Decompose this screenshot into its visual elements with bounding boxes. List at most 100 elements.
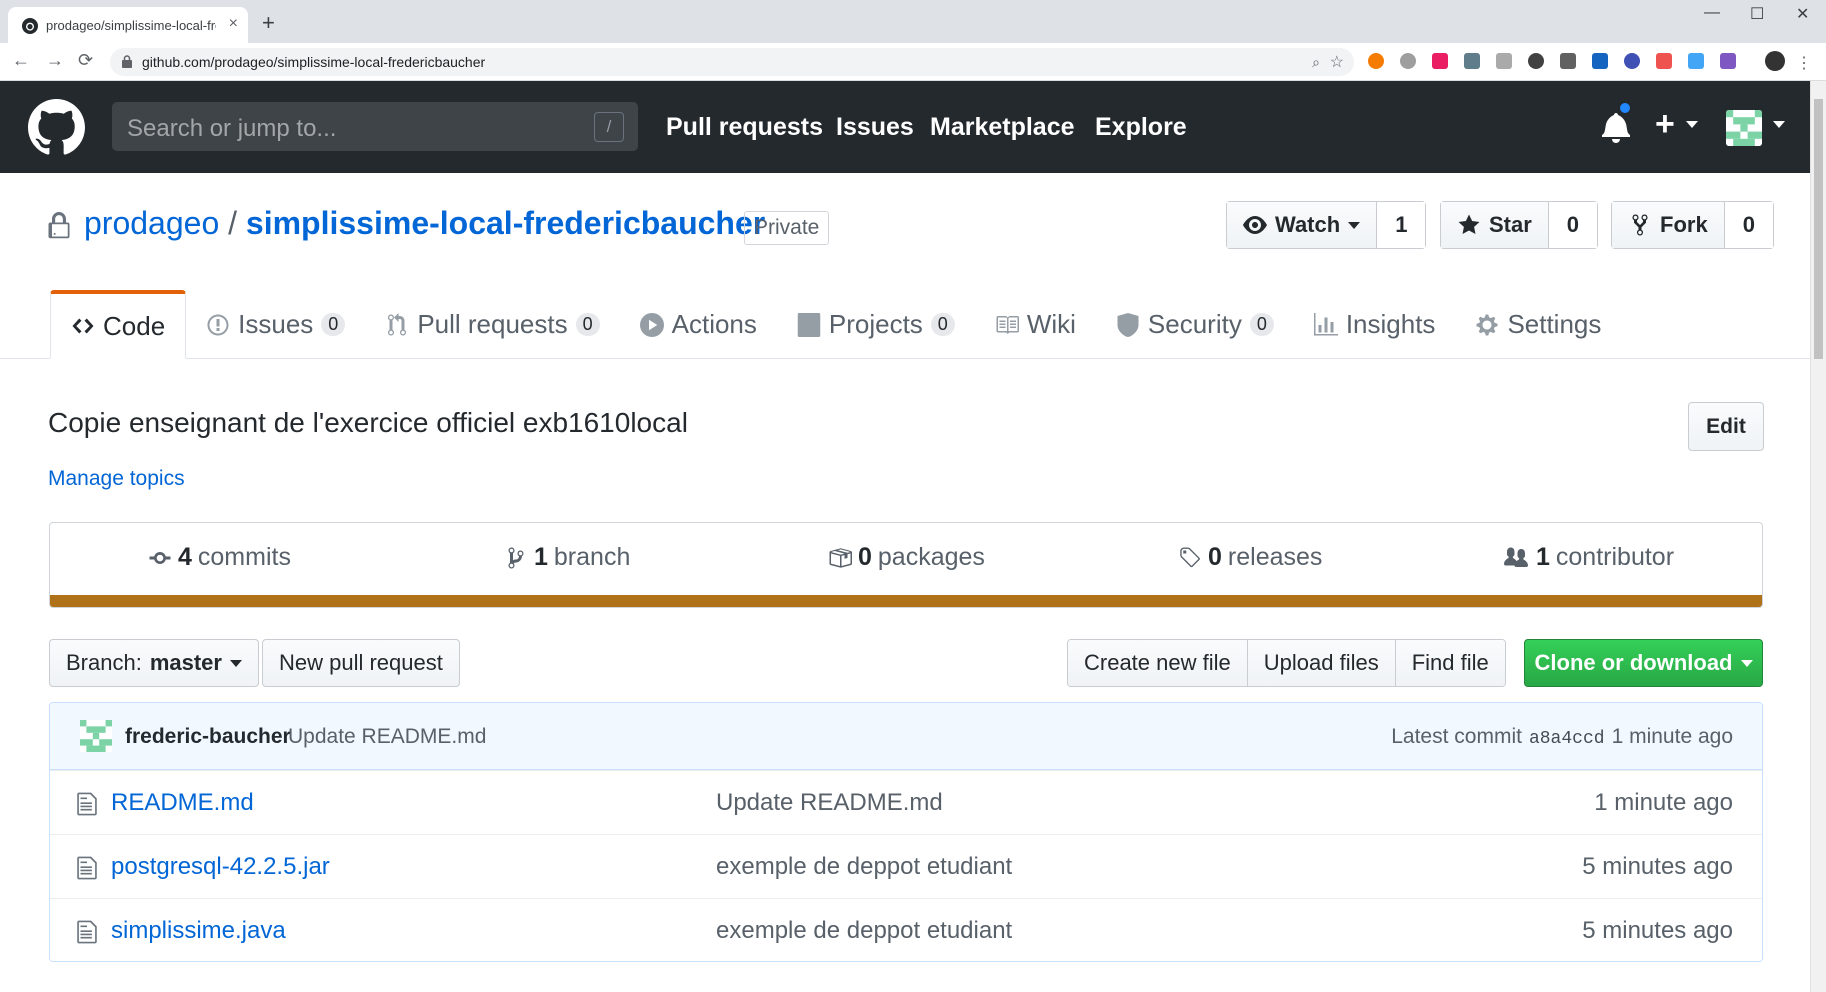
fork-label: Fork — [1660, 212, 1708, 237]
reload-button[interactable]: ⟳ — [78, 50, 93, 71]
create-new-plus-icon[interactable]: + — [1655, 105, 1675, 144]
repo-title-separator: / — [228, 205, 238, 241]
scrollbar-thumb[interactable] — [1814, 99, 1823, 359]
file-commit-message[interactable]: exemple de deppot etudiant — [716, 853, 1012, 881]
extension-icon-3[interactable] — [1432, 53, 1448, 69]
window-close-button[interactable]: ✕ — [1796, 4, 1809, 24]
tab-settings[interactable]: Settings — [1455, 290, 1621, 359]
releases-stat[interactable]: 0 releases — [1178, 543, 1322, 572]
tab-security[interactable]: Security 0 — [1096, 290, 1294, 359]
commits-stat[interactable]: 4 commits — [148, 543, 291, 572]
fork-button[interactable]: Fork — [1612, 202, 1725, 248]
search-input[interactable]: Search or jump to... / — [112, 102, 638, 151]
commit-author-link[interactable]: frederic-baucher — [125, 725, 291, 749]
page-scrollbar[interactable] — [1810, 81, 1826, 992]
branch-prefix: Branch: — [66, 650, 142, 675]
branch-icon — [508, 547, 524, 568]
tab-insights[interactable]: Insights — [1294, 290, 1456, 359]
bookmark-star-icon[interactable]: ☆ — [1330, 52, 1344, 72]
branch-select-button[interactable]: Branch: master — [49, 639, 259, 687]
upload-files-button[interactable]: Upload files — [1247, 640, 1396, 686]
nav-issues[interactable]: Issues — [836, 113, 914, 142]
new-tab-button[interactable]: + — [262, 10, 275, 36]
tab-wiki[interactable]: Wiki — [975, 290, 1096, 359]
author-avatar[interactable] — [80, 720, 112, 752]
repo-name-link[interactable]: simplissime-local-fredericbaucher — [246, 205, 765, 241]
extension-icon-8[interactable] — [1592, 53, 1608, 69]
new-pull-request-button[interactable]: New pull request — [262, 639, 460, 687]
window-minimize-button[interactable]: — — [1704, 4, 1720, 22]
address-bar[interactable]: github.com/prodageo/simplissime-local-fr… — [110, 48, 1354, 76]
github-header: Search or jump to... / Pull requests Iss… — [0, 81, 1810, 173]
tab-code-label: Code — [103, 310, 166, 341]
eye-icon — [1243, 216, 1267, 234]
file-row[interactable]: postgresql-42.2.5.jar exemple de deppot … — [50, 834, 1762, 898]
file-actions-group: Create new file Upload files Find file — [1067, 639, 1506, 687]
fork-count[interactable]: 0 — [1724, 202, 1773, 248]
file-name-link[interactable]: README.md — [111, 789, 254, 817]
language-bar[interactable] — [50, 595, 1762, 607]
extension-icon-5[interactable] — [1496, 53, 1512, 69]
extension-icon-6[interactable] — [1528, 53, 1544, 69]
edit-description-button[interactable]: Edit — [1688, 402, 1764, 451]
commit-sha-link[interactable]: a8a4ccd — [1529, 729, 1605, 749]
branch-stat[interactable]: 1 branch — [504, 543, 630, 572]
star-count[interactable]: 0 — [1548, 202, 1598, 248]
tab-code[interactable]: Code — [50, 290, 187, 359]
find-file-button[interactable]: Find file — [1395, 640, 1505, 686]
extension-icon-2[interactable] — [1400, 53, 1416, 69]
extension-icon-1[interactable] — [1368, 53, 1384, 69]
file-icon — [77, 920, 97, 944]
file-commit-message[interactable]: Update README.md — [716, 789, 943, 817]
file-row[interactable]: README.md Update README.md 1 minute ago — [50, 770, 1762, 834]
tab-issues[interactable]: Issues 0 — [186, 290, 365, 359]
browser-tab-title: prodageo/simplissime-local-frederic — [46, 18, 216, 33]
clone-or-download-button[interactable]: Clone or download — [1524, 639, 1763, 687]
packages-label: packages — [877, 543, 985, 571]
packages-stat[interactable]: 0 packages — [828, 543, 985, 572]
latest-commit-info: Latest commit a8a4ccd 1 minute ago — [1391, 725, 1733, 749]
user-avatar[interactable] — [1726, 110, 1762, 146]
fork-button-group: Fork 0 — [1611, 201, 1774, 249]
notification-bell-icon[interactable] — [1600, 111, 1632, 143]
file-name-link[interactable]: postgresql-42.2.5.jar — [111, 853, 330, 881]
window-maximize-button[interactable]: ☐ — [1750, 4, 1764, 24]
tab-actions[interactable]: Actions — [620, 290, 777, 359]
lock-icon — [122, 55, 132, 68]
file-row[interactable]: simplissime.java exemple de deppot etudi… — [50, 898, 1762, 961]
forward-button[interactable]: → — [46, 50, 64, 71]
extension-icon-12[interactable] — [1720, 53, 1736, 69]
tab-pull-requests-count: 0 — [575, 313, 600, 336]
latest-commit-label: Latest commit — [1391, 725, 1522, 748]
create-new-file-button[interactable]: Create new file — [1068, 640, 1248, 686]
extension-icon-4[interactable] — [1464, 53, 1480, 69]
back-button[interactable]: ← — [12, 50, 30, 71]
nav-marketplace[interactable]: Marketplace — [930, 113, 1075, 142]
tab-projects[interactable]: Projects 0 — [777, 290, 975, 359]
watch-count[interactable]: 1 — [1377, 202, 1426, 248]
manage-topics-link[interactable]: Manage topics — [48, 467, 185, 491]
star-label: Star — [1489, 212, 1532, 237]
user-menu-caret-icon[interactable] — [1773, 121, 1785, 128]
create-new-caret-icon[interactable] — [1686, 121, 1698, 128]
file-name-link[interactable]: simplissime.java — [111, 917, 286, 945]
nav-pull-requests[interactable]: Pull requests — [666, 113, 823, 142]
file-commit-message[interactable]: exemple de deppot etudiant — [716, 917, 1012, 945]
browser-tab[interactable]: prodageo/simplissime-local-frederic × — [8, 7, 248, 43]
star-button[interactable]: Star — [1441, 202, 1549, 248]
repo-owner-link[interactable]: prodageo — [84, 205, 219, 241]
extension-icon-11[interactable] — [1688, 53, 1704, 69]
extension-icon-7[interactable] — [1560, 53, 1576, 69]
zoom-icon[interactable]: ⌕ — [1312, 54, 1320, 71]
tab-close-icon[interactable]: × — [229, 15, 238, 33]
watch-button[interactable]: Watch — [1227, 202, 1378, 248]
github-logo-icon[interactable] — [28, 99, 85, 156]
browser-menu-icon[interactable]: ⋮ — [1796, 53, 1812, 72]
profile-avatar-icon[interactable] — [1765, 51, 1785, 71]
contributors-stat[interactable]: 1 contributor — [1502, 543, 1674, 572]
commit-message-link[interactable]: Update README.md — [288, 725, 486, 749]
extension-icon-10[interactable] — [1656, 53, 1672, 69]
nav-explore[interactable]: Explore — [1095, 113, 1187, 142]
tab-pull-requests[interactable]: Pull requests 0 — [365, 290, 619, 359]
extension-icon-9[interactable] — [1624, 53, 1640, 69]
